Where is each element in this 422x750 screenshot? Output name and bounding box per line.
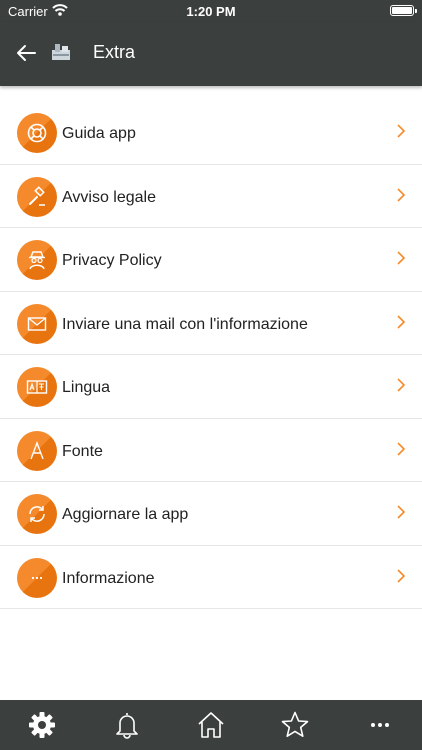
lifebuoy-icon — [17, 113, 57, 153]
tab-more[interactable] — [350, 700, 410, 750]
translate-icon — [17, 367, 57, 407]
menu-item-label: Guida app — [62, 125, 136, 142]
menu-item-fonte[interactable]: Fonte — [0, 419, 422, 482]
bell-icon — [115, 713, 138, 739]
chevron-right-icon — [397, 441, 406, 456]
home-icon — [198, 712, 224, 738]
tab-notifications[interactable] — [97, 700, 157, 750]
detective-icon — [17, 240, 57, 280]
mail-icon — [17, 303, 57, 344]
menu-item-privacy-policy[interactable]: Privacy Policy — [0, 228, 422, 292]
chevron-right-icon — [397, 568, 406, 583]
font-icon — [17, 430, 57, 471]
chevron-right-icon — [397, 124, 406, 138]
tab-home[interactable] — [181, 700, 241, 750]
menu-item-label: Lingua — [62, 379, 111, 396]
page-title: Extra — [93, 42, 136, 62]
menu-list: Guida app Avviso legale Privacy Policy I… — [0, 101, 422, 609]
menu-item-label: Inviare una mail con l'informazione — [62, 315, 308, 333]
chevron-right-icon — [397, 187, 406, 202]
menu-item-label: Informazione — [62, 569, 155, 587]
tab-bar — [0, 700, 422, 750]
menu-item-label: Aggiornare la app — [62, 506, 189, 523]
more-icon — [370, 723, 389, 727]
gear-icon — [29, 712, 56, 738]
chevron-right-icon — [397, 251, 406, 265]
menu-item-guida-app[interactable]: Guida app — [0, 101, 422, 165]
clock: 1:20 PM — [186, 4, 236, 19]
nav-bar: Extra — [0, 22, 422, 86]
chevron-right-icon — [397, 314, 406, 329]
tab-favorites[interactable] — [265, 700, 325, 750]
chevron-right-icon — [397, 505, 406, 519]
menu-item-avviso-legale[interactable]: Avviso legale — [0, 165, 422, 228]
more-dots-icon — [17, 557, 57, 598]
menu-item-informazione[interactable]: Informazione — [0, 546, 422, 609]
menu-item-inviare-mail[interactable]: Inviare una mail con l'informazione — [0, 292, 422, 355]
chevron-right-icon — [397, 378, 406, 392]
status-bar: Carrier 1:20 PM — [0, 0, 422, 22]
app-logo-icon — [52, 44, 70, 60]
back-arrow-icon[interactable] — [14, 41, 38, 65]
menu-item-aggiornare-app[interactable]: Aggiornare la app — [0, 482, 422, 546]
menu-item-lingua[interactable]: Lingua — [0, 355, 422, 419]
refresh-icon — [17, 494, 57, 534]
tab-settings[interactable] — [12, 700, 72, 750]
star-icon — [282, 711, 309, 737]
menu-item-label: Avviso legale — [62, 188, 156, 206]
menu-item-label: Fonte — [62, 442, 103, 460]
gavel-icon — [17, 176, 57, 217]
menu-item-label: Privacy Policy — [62, 252, 162, 269]
battery-icon — [390, 5, 417, 16]
